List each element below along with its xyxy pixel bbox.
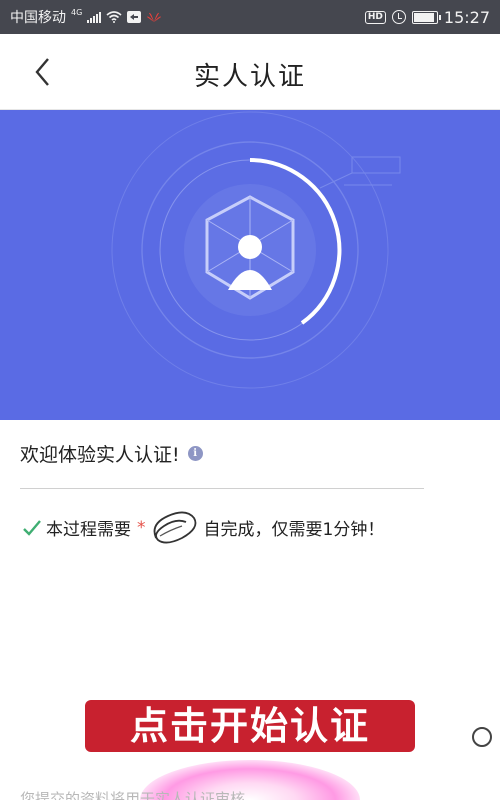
face-verification-icon [111,111,401,389]
status-time: 15:27 [443,7,490,27]
status-right: HD 15:27 [364,7,490,27]
wifi-icon [106,11,122,23]
divider [20,488,424,489]
notification-icon [127,11,142,23]
agreement-radio[interactable] [472,727,492,747]
hd-badge: HD [364,10,386,24]
footer-notice: 您提交的资料将用于实人认证审核 [20,790,246,800]
signal-icon [87,11,102,23]
status-left: 中国移动 4G [10,7,162,27]
hero-banner [0,110,500,420]
process-text-end: 自完成，仅需要1分钟！ [203,520,385,540]
process-text-start: 本过程需要 [46,520,131,540]
info-icon[interactable]: i [187,445,203,461]
battery-icon [411,10,441,24]
huawei-logo-icon [147,12,162,22]
status-bar: 中国移动 4G HD 15:27 [0,0,500,34]
battery-fill [413,12,434,22]
welcome-row: 欢迎体验实人认证! i [20,436,480,470]
nav-bar: 实人认证 [0,34,500,110]
check-icon [23,519,41,536]
alarm-icon [391,10,406,24]
scribble-mark-icon [153,511,196,543]
welcome-text: 欢迎体验实人认证! [20,443,180,466]
required-star: * [137,517,146,538]
carrier-label: 中国移动 [10,10,66,26]
page-title: 实人认证 [193,62,306,92]
network-type: 4G [71,7,83,17]
process-notice: 本过程需要 * 自完成，仅需要1分钟！ [22,511,482,543]
start-verification-button[interactable]: 点击开始认证 [85,700,415,752]
